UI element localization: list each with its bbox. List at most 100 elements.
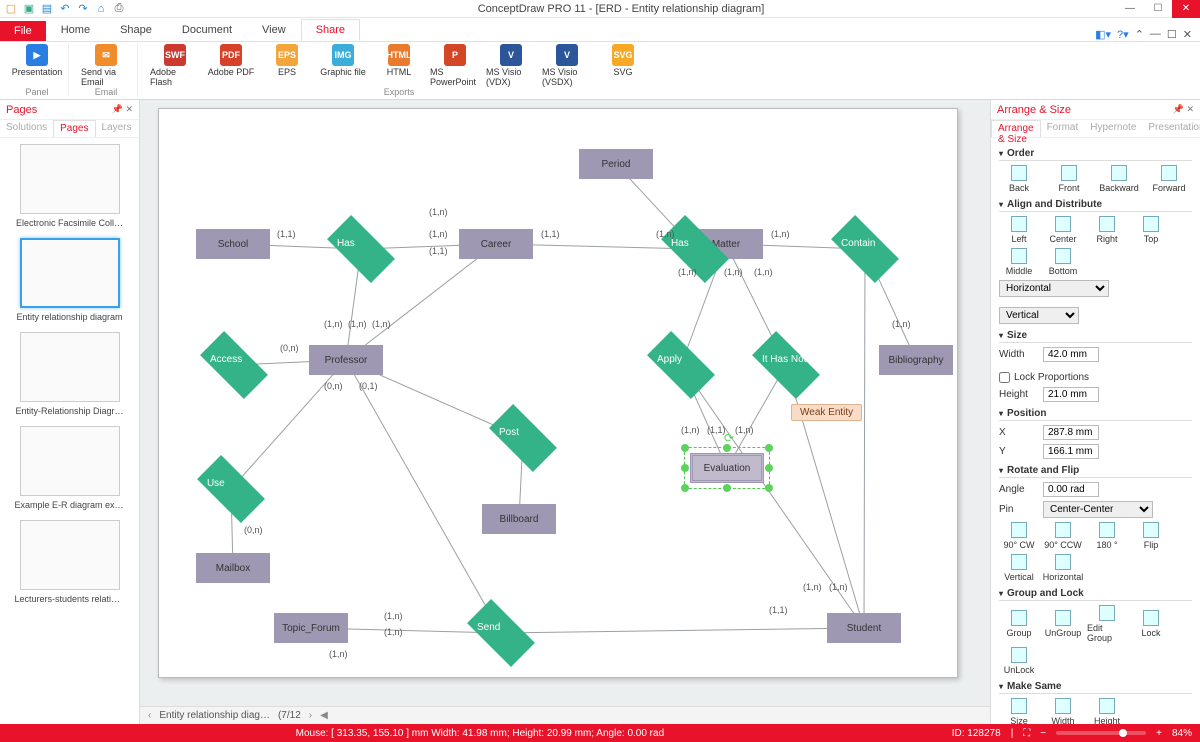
entity-billboard[interactable]: Billboard: [482, 504, 556, 534]
y-input[interactable]: [1043, 444, 1099, 459]
rotate-90-ccw[interactable]: 90° CCW: [1043, 522, 1083, 550]
page-thumb[interactable]: Entity-Relationship Diagr…: [8, 332, 131, 416]
relation-send[interactable]: Send: [479, 611, 523, 655]
align-left[interactable]: Left: [999, 216, 1039, 244]
zoom-in-icon[interactable]: +: [1156, 728, 1162, 739]
entity-period[interactable]: Period: [579, 149, 653, 179]
rotate-90-cw[interactable]: 90° CW: [999, 522, 1039, 550]
export-p-button[interactable]: PMS PowerPoint: [430, 44, 480, 87]
relation-apply[interactable]: Apply: [659, 343, 703, 387]
tab-prev-icon[interactable]: ‹: [148, 710, 151, 721]
rotate-vertical[interactable]: Vertical: [999, 554, 1039, 582]
doc-tab-name[interactable]: Entity relationship diag…: [159, 710, 270, 721]
relation-has2[interactable]: Has: [673, 227, 717, 271]
selection-handles[interactable]: [684, 447, 770, 489]
group-ungroup[interactable]: UnGroup: [1043, 610, 1083, 638]
x-input[interactable]: [1043, 425, 1099, 440]
entity-mailbox[interactable]: Mailbox: [196, 553, 270, 583]
align-right[interactable]: Right: [1087, 216, 1127, 244]
presentation-button[interactable]: ▶ Presentation: [12, 44, 62, 77]
tab-share[interactable]: Share: [301, 19, 360, 41]
help-icon[interactable]: ?▾: [1117, 28, 1129, 41]
order-backward[interactable]: Backward: [1099, 165, 1139, 193]
entity-student[interactable]: Student: [827, 613, 901, 643]
qat-redo-icon[interactable]: ↷: [76, 2, 90, 16]
section-align[interactable]: Align and Distribute: [999, 199, 1192, 212]
tab-home[interactable]: Home: [46, 19, 105, 41]
section-position[interactable]: Position: [999, 408, 1192, 421]
subtab-arrange[interactable]: Arrange & Size: [991, 120, 1041, 137]
make-height[interactable]: Height: [1087, 698, 1127, 724]
pin-select[interactable]: Center-Center: [1043, 501, 1153, 518]
send-email-button[interactable]: ✉ Send via Email: [81, 44, 131, 87]
group-lock[interactable]: Lock: [1131, 610, 1171, 638]
mdi-min-icon[interactable]: ⌃: [1135, 28, 1144, 41]
qat-print-icon[interactable]: ⎙: [112, 2, 126, 16]
page-thumb[interactable]: Example E-R diagram ext…: [8, 426, 131, 510]
canvas[interactable]: PeriodSchoolCareerMatterProfessorBibliog…: [140, 100, 990, 706]
rotate-flip[interactable]: Flip: [1131, 522, 1171, 550]
group-group[interactable]: Group: [999, 610, 1039, 638]
qat-home-icon[interactable]: ⌂: [94, 2, 108, 16]
relation-post[interactable]: Post: [501, 416, 545, 460]
width-input[interactable]: [1043, 347, 1099, 362]
export-v-button[interactable]: VMS Visio (VSDX): [542, 44, 592, 87]
make-size[interactable]: Size: [999, 698, 1039, 724]
maximize-button[interactable]: ☐: [1144, 0, 1172, 18]
page-thumbnails[interactable]: Electronic Facsimile Coll… Entity relatio…: [0, 138, 139, 724]
tab-scroll-left-icon[interactable]: ◀: [320, 710, 328, 721]
minimize-button[interactable]: —: [1116, 0, 1144, 18]
subtab-presentation[interactable]: Presentation: [1142, 120, 1200, 137]
subtab-pages[interactable]: Pages: [53, 120, 95, 137]
order-forward[interactable]: Forward: [1149, 165, 1189, 193]
rotate-horizontal[interactable]: Horizontal: [1043, 554, 1083, 582]
entity-career[interactable]: Career: [459, 229, 533, 259]
relation-has1[interactable]: Has: [339, 227, 383, 271]
qat-save-icon[interactable]: ▤: [40, 2, 54, 16]
section-rotate[interactable]: Rotate and Flip: [999, 465, 1192, 478]
subtab-format[interactable]: Format: [1041, 120, 1085, 137]
qat-undo-icon[interactable]: ↶: [58, 2, 72, 16]
pin-icon[interactable]: 📌 ✕: [112, 104, 133, 115]
align-middle[interactable]: Middle: [999, 248, 1039, 276]
section-order[interactable]: Order: [999, 148, 1192, 161]
zoom-out-icon[interactable]: −: [1040, 728, 1046, 739]
zoom-slider[interactable]: [1056, 731, 1146, 735]
qat-new-icon[interactable]: ▢: [4, 2, 18, 16]
make-width[interactable]: Width: [1043, 698, 1083, 724]
relation-contain[interactable]: Contain: [843, 227, 887, 271]
export-svg-button[interactable]: SVGSVG: [598, 44, 648, 87]
entity-professor[interactable]: Professor: [309, 345, 383, 375]
group-edit-group[interactable]: Edit Group: [1087, 605, 1127, 643]
entity-topic[interactable]: Topic_Forum: [274, 613, 348, 643]
height-input[interactable]: [1043, 387, 1099, 402]
ribbon-ext-icon[interactable]: ◧▾: [1095, 28, 1111, 41]
page-thumb[interactable]: Entity relationship diagram: [8, 238, 131, 322]
subtab-layers[interactable]: Layers: [96, 120, 138, 137]
tab-next-icon[interactable]: ›: [309, 710, 312, 721]
group-unlock[interactable]: UnLock: [999, 647, 1039, 675]
section-size[interactable]: Size: [999, 330, 1192, 343]
mdi-close-icon[interactable]: ✕: [1183, 28, 1192, 41]
tab-document[interactable]: Document: [167, 19, 247, 41]
export-eps-button[interactable]: EPSEPS: [262, 44, 312, 87]
page-thumb[interactable]: Electronic Facsimile Coll…: [8, 144, 131, 228]
file-tab[interactable]: File: [0, 21, 46, 41]
align-center[interactable]: Center: [1043, 216, 1083, 244]
tab-view[interactable]: View: [247, 19, 301, 41]
horizontal-select[interactable]: Horizontal: [999, 280, 1109, 297]
page-thumb[interactable]: Lecturers-students relatio…: [8, 520, 131, 604]
entity-bibliography[interactable]: Bibliography: [879, 345, 953, 375]
lock-proportions[interactable]: Lock Proportions: [999, 372, 1089, 383]
export-img-button[interactable]: IMGGraphic file: [318, 44, 368, 87]
export-v-button[interactable]: VMS Visio (VDX): [486, 44, 536, 87]
fit-icon[interactable]: ⛶: [1023, 728, 1030, 739]
rotate-180-[interactable]: 180 °: [1087, 522, 1127, 550]
tab-shape[interactable]: Shape: [105, 19, 167, 41]
align-top[interactable]: Top: [1131, 216, 1171, 244]
export-swf-button[interactable]: SWFAdobe Flash: [150, 44, 200, 87]
entity-school[interactable]: School: [196, 229, 270, 259]
subtab-solutions[interactable]: Solutions: [0, 120, 53, 137]
relation-ithas[interactable]: It Has Notes: [764, 343, 808, 387]
mdi-restore-icon[interactable]: —: [1150, 28, 1161, 41]
